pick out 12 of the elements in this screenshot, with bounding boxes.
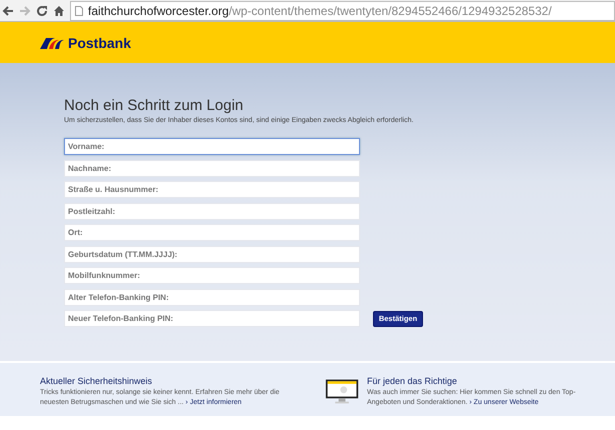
logo-icon bbox=[40, 36, 64, 48]
footer-heading: Aktueller Sicherheitshinweis bbox=[40, 376, 154, 386]
reload-icon[interactable] bbox=[36, 4, 48, 16]
footer-heading: Für jeden das Richtige bbox=[367, 376, 458, 386]
page-icon bbox=[75, 6, 83, 16]
back-icon[interactable] bbox=[2, 4, 14, 16]
monitor-icon bbox=[325, 378, 359, 405]
logo-text: Postbank bbox=[68, 34, 132, 50]
input-field[interactable]: Vorname: bbox=[64, 138, 360, 155]
home-icon[interactable] bbox=[53, 4, 65, 16]
address-bar[interactable]: faithchurchofworcester.org/wp-content/themes/twentyten/8294552466/1294932528532/ bbox=[70, 0, 615, 20]
page-title: Noch ein Schritt zum Login bbox=[64, 97, 244, 114]
